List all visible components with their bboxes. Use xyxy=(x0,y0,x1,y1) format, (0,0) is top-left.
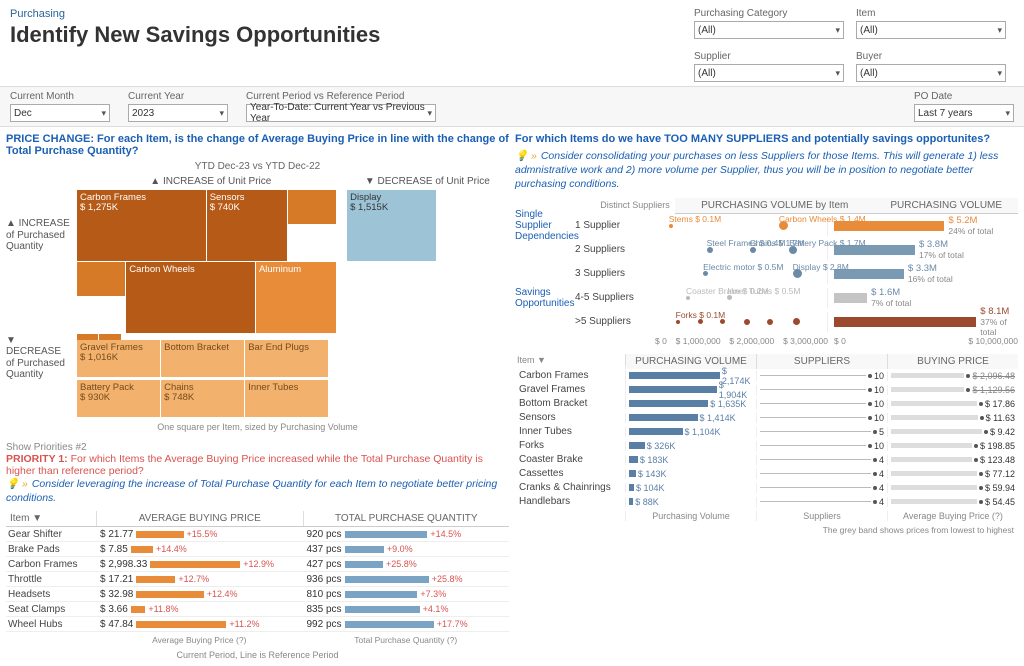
table-row[interactable]: Throttle $ 17.21+12.7% 936 pcs+25.8% xyxy=(6,572,509,587)
filter-category-label: Purchasing Category xyxy=(694,8,844,19)
table-row[interactable]: Headsets $ 32.98+12.4% 810 pcs+7.3% xyxy=(6,587,509,602)
table-row[interactable]: $ 1,904K 10 $ 1,129.56 xyxy=(625,383,1018,397)
col-inc-label: ▲ INCREASE of Unit Price xyxy=(76,174,346,189)
filter-month-label: Current Month xyxy=(10,91,110,102)
bulb-icon: 💡 » xyxy=(515,150,537,162)
priority-table: Item ▼ AVERAGE BUYING PRICE TOTAL PURCHA… xyxy=(6,511,509,660)
list-item[interactable]: Bottom Bracket xyxy=(517,397,623,411)
filter-supplier-label: Supplier xyxy=(694,51,844,62)
list-item[interactable]: Carbon Frames xyxy=(517,369,623,383)
filter-month[interactable]: Dec xyxy=(10,104,110,122)
page-title: Identify New Savings Opportunities xyxy=(10,22,380,48)
filter-category[interactable]: (All) xyxy=(694,21,844,39)
list-item[interactable]: Handlebars xyxy=(517,495,623,509)
list-item[interactable]: Forks xyxy=(517,439,623,453)
table-row[interactable]: $ 88K 4 $ 54.45 xyxy=(625,495,1018,509)
col-abp: AVERAGE BUYING PRICE xyxy=(96,511,304,526)
filter-period-label: Current Period vs Reference Period xyxy=(246,91,436,102)
quad-inc-dec[interactable]: Display$ 1,515K xyxy=(346,189,509,339)
supplier-row[interactable]: 2 Suppliers Steel Frames $ 0.4MChains $ … xyxy=(515,238,1018,262)
right-question: For which Items do we have TOO MANY SUPP… xyxy=(515,133,1018,145)
right-tip: Consider consolidating your purchases on… xyxy=(515,150,998,190)
filter-podate-label: PO Date xyxy=(914,91,1014,102)
quad-dec-dec[interactable] xyxy=(346,339,509,419)
r2-col-item[interactable]: Item ▼ xyxy=(515,354,625,368)
table-row[interactable]: $ 1,414K 10 $ 11.63 xyxy=(625,411,1018,425)
filter-podate[interactable]: Last 7 years xyxy=(914,104,1014,122)
filter-item[interactable]: (All) xyxy=(856,21,1006,39)
table-row[interactable]: $ 1,104K 5 $ 9.42 xyxy=(625,425,1018,439)
table-row[interactable]: $ 183K 4 $ 123.48 xyxy=(625,453,1018,467)
filter-year-label: Current Year xyxy=(128,91,228,102)
table-row[interactable]: $ 104K 4 $ 59.94 xyxy=(625,481,1018,495)
list-item[interactable]: Cassettes xyxy=(517,467,623,481)
row-inc-label: ▲ INCREASE of Purchased Quantity xyxy=(6,174,76,297)
supplier-row[interactable]: 3 Suppliers Electric motor $ 0.5MDisplay… xyxy=(515,262,1018,286)
list-item[interactable]: Inner Tubes xyxy=(517,425,623,439)
tbl-legend: Current Period, Line is Reference Period xyxy=(6,650,509,660)
filter-period[interactable]: Year-To-Date: Current Year vs Previous Y… xyxy=(246,104,436,122)
hdr-pv: PURCHASING VOLUME xyxy=(874,198,1018,214)
table-row[interactable]: $ 143K 4 $ 77.12 xyxy=(625,467,1018,481)
list-item[interactable]: Cranks & Chainrings xyxy=(517,481,623,495)
list-item[interactable]: Gravel Frames xyxy=(517,383,623,397)
priority1-label: PRIORITY 1: xyxy=(6,453,68,465)
col-tpq: TOTAL PURCHASE QUANTITY xyxy=(304,511,510,526)
table-row[interactable]: Gear Shifter $ 21.77+15.5% 920 pcs+14.5% xyxy=(6,527,509,542)
hdr-pv-item: PURCHASING VOLUME by Item xyxy=(675,198,874,214)
hdr-distinct-suppliers: Distinct Suppliers xyxy=(595,198,675,214)
show-priorities-link[interactable]: Show Priorities #2 xyxy=(6,442,509,453)
filter-buyer[interactable]: (All) xyxy=(856,64,1006,82)
supplier-row[interactable]: >5 Suppliers Forks $ 0.1M $ 8.1M37% of t… xyxy=(515,310,1018,334)
table-row[interactable]: Seat Clamps $ 3.66+11.8% 835 pcs+4.1% xyxy=(6,602,509,617)
tree-subtitle: YTD Dec-23 vs YTD Dec-22 xyxy=(6,161,509,172)
table-row[interactable]: Brake Pads $ 7.85+14.4% 437 pcs+9.0% xyxy=(6,542,509,557)
col-dec-label: ▼ DECREASE of Unit Price xyxy=(346,174,509,189)
table-row[interactable]: $ 1,635K 10 $ 17.86 xyxy=(625,397,1018,411)
table-row[interactable]: $ 326K 10 $ 198.85 xyxy=(625,439,1018,453)
bulb-icon: 💡 » xyxy=(6,478,28,490)
r2-h-sup: SUPPLIERS xyxy=(756,354,887,369)
priority1-text: For which Items the Average Buying Price… xyxy=(6,453,483,477)
table-row[interactable]: Wheel Hubs $ 47.84+11.2% 992 pcs+17.7% xyxy=(6,617,509,632)
quad-dec-inc[interactable]: Gravel Frames$ 1,016K Bottom Bracket Bar… xyxy=(76,339,346,419)
list-item[interactable]: Sensors xyxy=(517,411,623,425)
row-dec-label: ▼ DECREASE of Purchased Quantity xyxy=(6,297,76,420)
list-item[interactable]: Coaster Brake xyxy=(517,453,623,467)
quad-inc-inc[interactable]: Carbon Frames$ 1,275K Sensors$ 740K Carb… xyxy=(76,189,346,339)
col-item[interactable]: Item ▼ xyxy=(6,511,96,526)
r2-h-bp: BUYING PRICE xyxy=(887,354,1018,369)
r2-note: The grey band shows prices from lowest t… xyxy=(515,525,1018,535)
tree-caption: One square per Item, sized by Purchasing… xyxy=(6,422,509,432)
priority-tip: Consider leveraging the increase of Tota… xyxy=(6,478,497,504)
table-row[interactable]: Carbon Frames $ 2,998.33+12.9% 427 pcs+2… xyxy=(6,557,509,572)
filter-item-label: Item xyxy=(856,8,1006,19)
filter-year[interactable]: 2023 xyxy=(128,104,228,122)
supplier-row[interactable]: Single Supplier Dependencies 1 Supplier … xyxy=(515,214,1018,238)
left-question: PRICE CHANGE: For each Item, is the chan… xyxy=(6,133,509,157)
filter-supplier[interactable]: (All) xyxy=(694,64,844,82)
filter-buyer-label: Buyer xyxy=(856,51,1006,62)
breadcrumb[interactable]: Purchasing xyxy=(10,8,380,20)
